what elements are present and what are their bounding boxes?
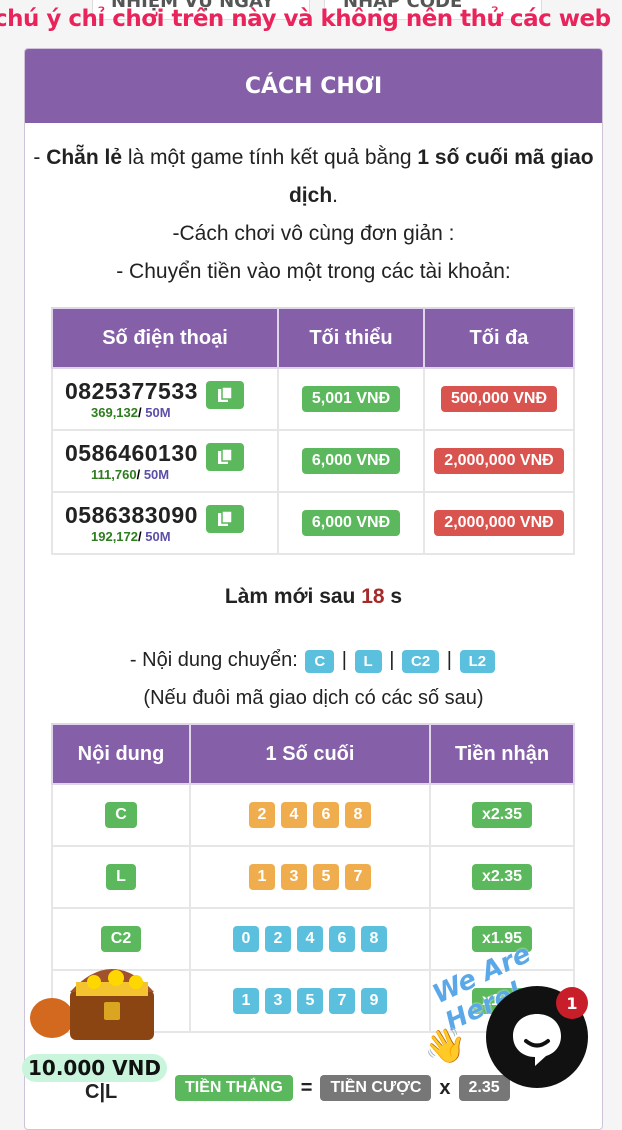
header-last-digit: 1 Số cuối: [189, 723, 431, 785]
note-text: (Nếu đuôi mã giao dịch có các số sau): [143, 687, 484, 709]
min-amount: 5,001 VNĐ: [301, 386, 401, 412]
phone-number[interactable]: 0586460130: [65, 440, 198, 466]
digit-badge: 3: [265, 988, 291, 1014]
phone-number[interactable]: 0825377533: [65, 378, 198, 404]
treasure-chest-icon[interactable]: [24, 952, 160, 1044]
digit-badge: 7: [329, 988, 355, 1014]
digit-badge: 0: [233, 926, 259, 952]
wave-hand-icon: 👋: [424, 1026, 467, 1066]
digit-badge: 6: [313, 802, 339, 828]
digit-badge: 1: [233, 988, 259, 1014]
win-amount-badge: TIỀN THẮNG: [175, 1075, 293, 1101]
header-phone: Số điện thoại: [51, 307, 279, 369]
marquee-notice: chú ý chỉ chơi trên này và không nên thử…: [0, 6, 611, 32]
code-c2[interactable]: C2: [402, 650, 440, 673]
digit-badge: 3: [281, 864, 307, 890]
payout-badge: x2.35: [471, 802, 533, 828]
rule-code: L: [106, 864, 136, 890]
bonus-amount: 10.000 VND: [22, 1054, 167, 1082]
rule-code: C2: [100, 926, 142, 952]
digit-badge: 2: [249, 802, 275, 828]
digit-badge: 2: [265, 926, 291, 952]
table-row: 0586460130 111,760/ 50M 6,000 VNĐ 2,000,…: [51, 429, 575, 493]
header-max: Tối đa: [423, 307, 575, 369]
table-row: 0586383090 192,172/ 50M 6,000 VNĐ 2,000,…: [51, 491, 575, 555]
phone-table: Số điện thoại Tối thiểu Tối đa 082537753…: [51, 307, 575, 555]
copy-icon[interactable]: [206, 442, 245, 471]
rule-code: C: [105, 802, 137, 828]
max-amount: 2,000,000 VNĐ: [434, 448, 564, 474]
intro-text: - Chẵn lẻ là một game tính kết quả bằng …: [25, 123, 602, 291]
transfer-content-line: - Nội dung chuyển: C | L | C2 | L2: [25, 649, 602, 673]
refresh-countdown: Làm mới sau 18 s: [224, 585, 403, 608]
table-row: L 1357 x2.35: [51, 845, 575, 909]
copy-icon[interactable]: [206, 504, 245, 533]
header-content: Nội dung: [51, 723, 191, 785]
digit-badge: 5: [313, 864, 339, 890]
digit-badge: 1: [249, 864, 275, 890]
digit-badge: 6: [329, 926, 355, 952]
digit-badge: 8: [361, 926, 387, 952]
intro-line-2: -Cách chơi vô cùng đơn giản :: [172, 222, 455, 245]
game-name: Chẵn lẻ: [46, 146, 123, 169]
digit-badge: 9: [361, 988, 387, 1014]
max-amount: 500,000 VNĐ: [440, 386, 558, 412]
formula-label: C|L: [85, 1081, 118, 1103]
bet-amount-badge: TIỀN CƯỢC: [320, 1075, 432, 1101]
code-l[interactable]: L: [354, 650, 382, 673]
chat-notification-badge: 1: [556, 987, 588, 1019]
max-amount: 2,000,000 VNĐ: [434, 510, 564, 536]
payout-badge: x2.35: [471, 864, 533, 890]
header-payout: Tiền nhận: [429, 723, 575, 785]
top-banner: NHIỆM VỤ NGÀY NHẬP CODE chú ý chỉ chơi t…: [0, 0, 622, 44]
copy-icon[interactable]: [206, 380, 245, 409]
code-c[interactable]: C: [305, 650, 335, 673]
code-l2[interactable]: L2: [459, 650, 496, 673]
card-title: CÁCH CHƠI: [25, 49, 602, 123]
digit-badge: 4: [297, 926, 323, 952]
digit-badge: 5: [297, 988, 323, 1014]
min-amount: 6,000 VNĐ: [301, 448, 401, 474]
min-amount: 6,000 VNĐ: [301, 510, 401, 536]
table-row: 0825377533 369,132/ 50M 5,001 VNĐ 500,00…: [51, 367, 575, 431]
phone-number[interactable]: 0586383090: [65, 502, 198, 528]
table-row: C 2468 x2.35: [51, 783, 575, 847]
header-min: Tối thiểu: [277, 307, 425, 369]
digit-badge: 4: [281, 802, 307, 828]
intro-line-3: - Chuyển tiền vào một trong các tài khoả…: [116, 260, 511, 283]
digit-badge: 8: [345, 802, 371, 828]
digit-badge: 7: [345, 864, 371, 890]
